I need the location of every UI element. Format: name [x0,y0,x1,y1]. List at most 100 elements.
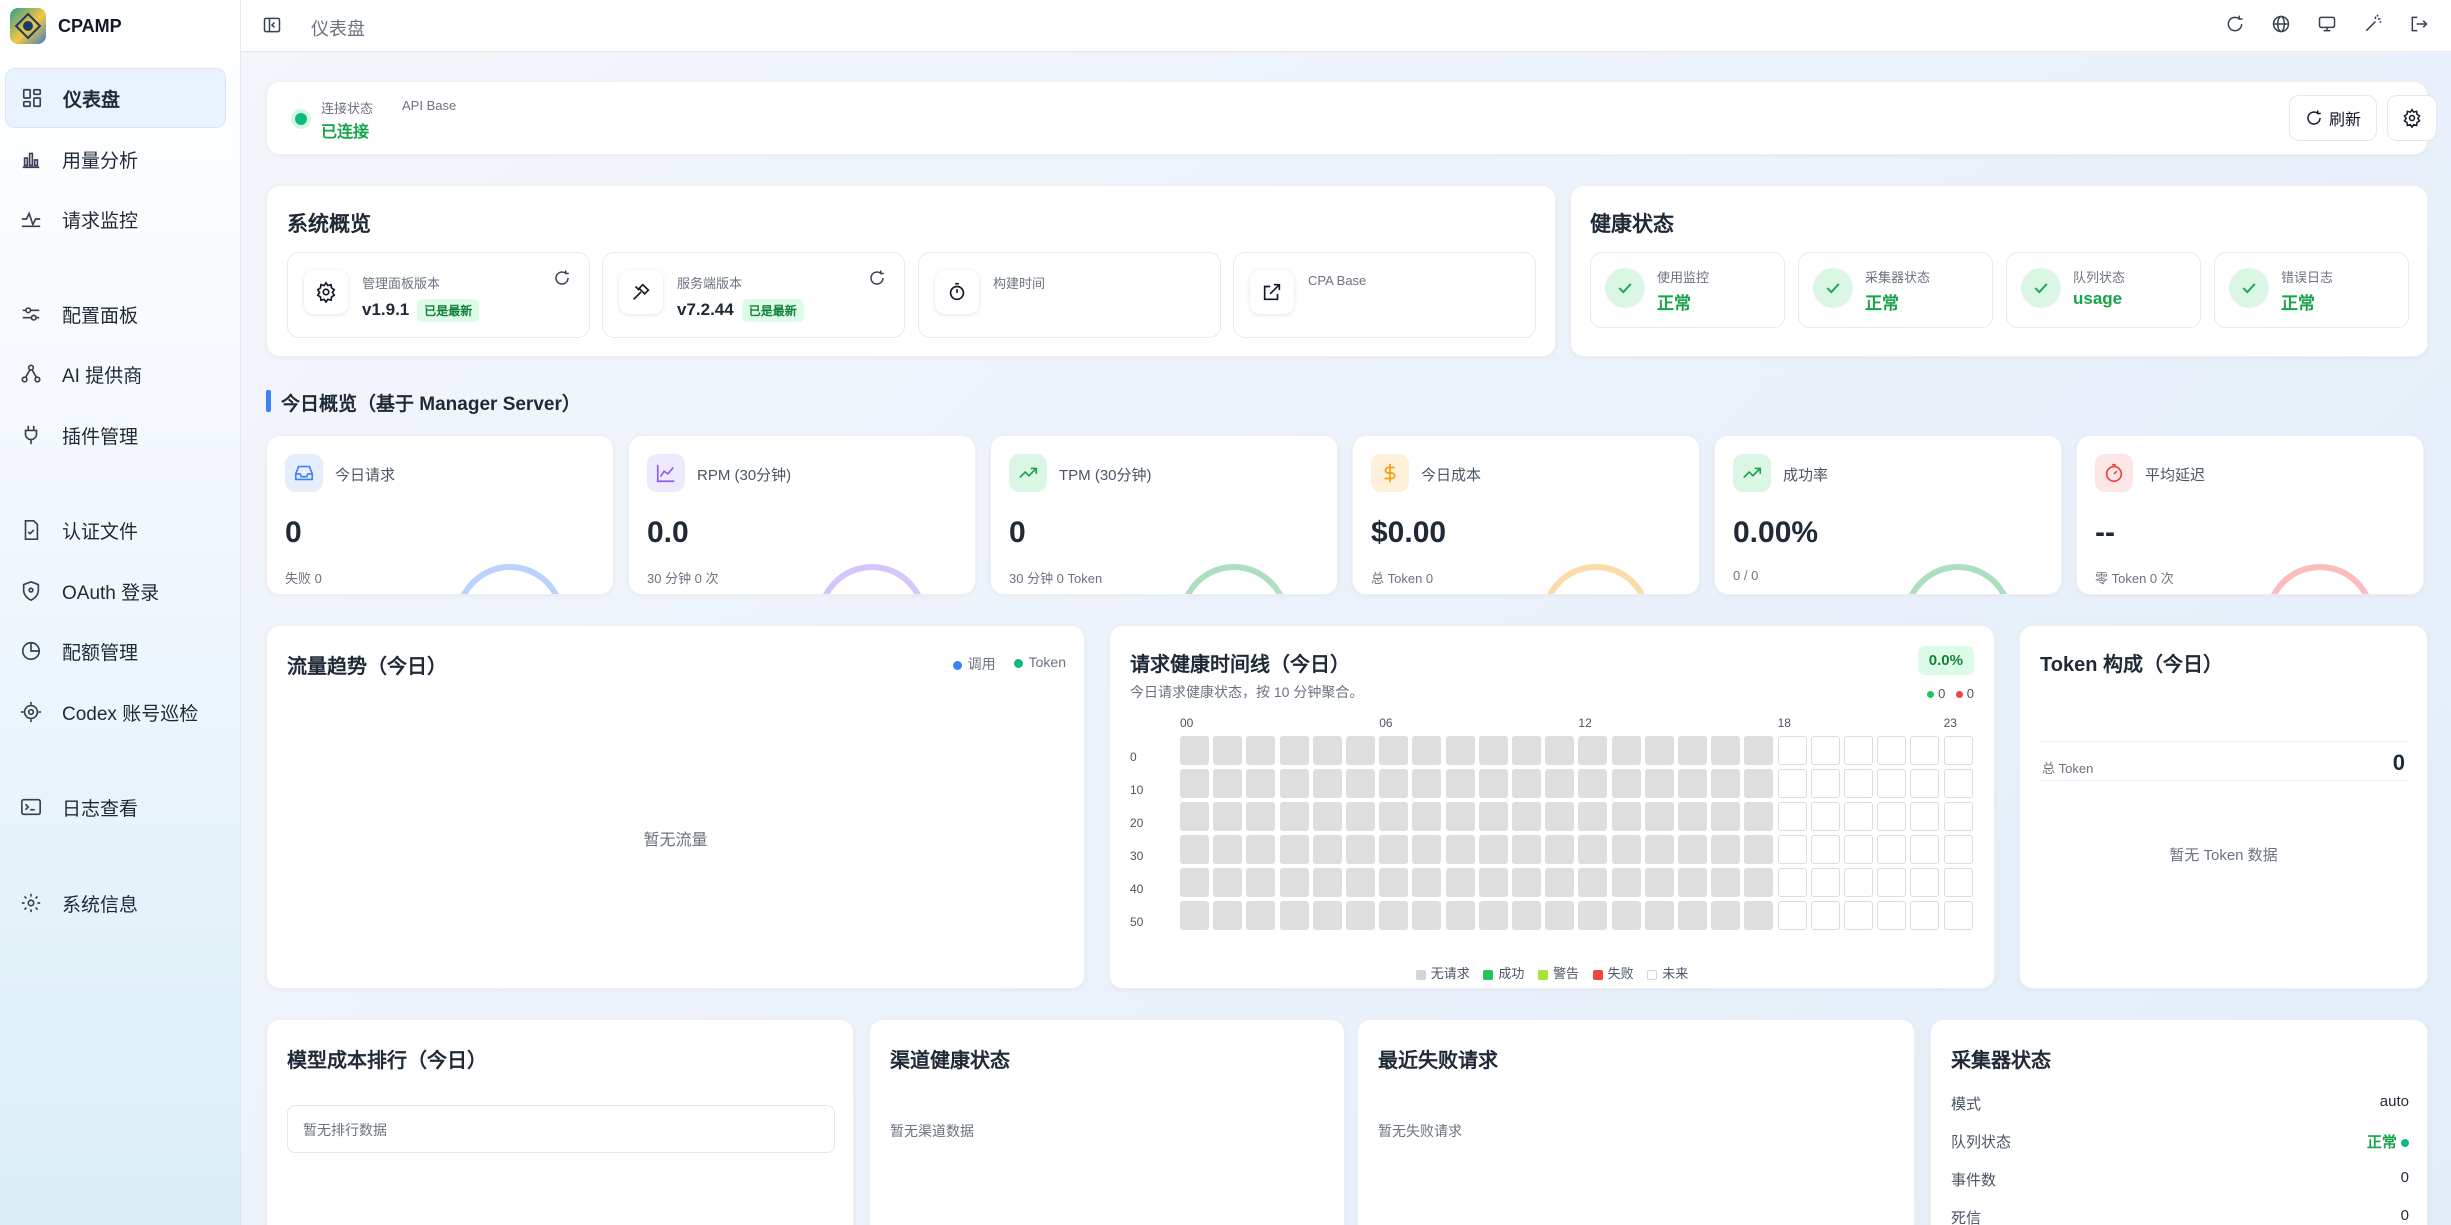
timeline-cell[interactable] [1810,769,1840,798]
timeline-cell[interactable] [1611,835,1641,864]
sidebar-toggle-icon[interactable] [259,12,285,38]
timeline-cell[interactable] [1478,868,1508,897]
timeline-cell[interactable] [1844,736,1873,765]
timeline-cell[interactable] [1180,769,1209,798]
timeline-cell[interactable] [1578,769,1608,798]
timeline-cell[interactable] [1512,769,1541,798]
timeline-cell[interactable] [1478,835,1508,864]
timeline-cell[interactable] [1611,802,1641,831]
timeline-cell[interactable] [1644,835,1674,864]
timeline-cell[interactable] [1943,769,1973,798]
timeline-cell[interactable] [1744,736,1774,765]
timeline-cell[interactable] [1777,868,1807,897]
timeline-cell[interactable] [1346,769,1375,798]
timeline-cell[interactable] [1445,736,1475,765]
sidebar-item-ai-providers[interactable]: AI 提供商 [5,344,226,404]
timeline-cell[interactable] [1379,835,1409,864]
timeline-cell[interactable] [1412,835,1442,864]
timeline-cell[interactable] [1777,736,1807,765]
sidebar-item-logs[interactable]: 日志查看 [5,777,226,837]
check-update-icon[interactable] [868,269,886,287]
timeline-cell[interactable] [1910,868,1940,897]
sidebar-item-system-info[interactable]: 系统信息 [5,873,226,933]
timeline-cell[interactable] [1943,802,1973,831]
timeline-cell[interactable] [1611,868,1641,897]
timeline-cell[interactable] [1678,769,1707,798]
timeline-cell[interactable] [1213,901,1243,930]
timeline-cell[interactable] [1844,802,1873,831]
timeline-cell[interactable] [1877,736,1907,765]
timeline-cell[interactable] [1246,802,1276,831]
external-link-icon[interactable] [1250,270,1294,314]
timeline-cell[interactable] [1412,736,1442,765]
timeline-cell[interactable] [1445,769,1475,798]
settings-button[interactable] [2387,95,2437,141]
timeline-cell[interactable] [1744,835,1774,864]
timeline-cell[interactable] [1213,802,1243,831]
timeline-cell[interactable] [1578,736,1608,765]
timeline-cell[interactable] [1180,802,1209,831]
timeline-cell[interactable] [1246,769,1276,798]
timeline-cell[interactable] [1611,736,1641,765]
timeline-cell[interactable] [1578,802,1608,831]
timeline-cell[interactable] [1213,769,1243,798]
timeline-cell[interactable] [1877,901,1907,930]
timeline-cell[interactable] [1346,868,1375,897]
logout-icon[interactable] [2407,12,2431,36]
timeline-cell[interactable] [1711,736,1741,765]
timeline-cell[interactable] [1644,769,1674,798]
timeline-cell[interactable] [1877,802,1907,831]
timeline-cell[interactable] [1943,868,1973,897]
timeline-cell[interactable] [1512,835,1541,864]
timeline-cell[interactable] [1877,868,1907,897]
timeline-cell[interactable] [1644,868,1674,897]
timeline-cell[interactable] [1213,835,1243,864]
display-icon[interactable] [2315,12,2339,36]
timeline-cell[interactable] [1711,769,1741,798]
timeline-cell[interactable] [1844,769,1873,798]
timeline-cell[interactable] [1910,802,1940,831]
timeline-cell[interactable] [1777,769,1807,798]
timeline-cell[interactable] [1844,835,1873,864]
timeline-cell[interactable] [1578,835,1608,864]
timeline-cell[interactable] [1810,736,1840,765]
sidebar-item-config[interactable]: 配置面板 [5,284,226,344]
timeline-cell[interactable] [1312,802,1342,831]
timeline-cell[interactable] [1777,901,1807,930]
timeline-cell[interactable] [1412,802,1442,831]
timeline-cell[interactable] [1478,901,1508,930]
timeline-cell[interactable] [1877,769,1907,798]
timeline-cell[interactable] [1379,901,1409,930]
timeline-cell[interactable] [1777,802,1807,831]
sidebar-item-plugins[interactable]: 插件管理 [5,405,226,465]
timeline-cell[interactable] [1379,736,1409,765]
timeline-cell[interactable] [1478,769,1508,798]
timeline-cell[interactable] [1312,868,1342,897]
timeline-cell[interactable] [1379,868,1409,897]
timeline-cell[interactable] [1744,868,1774,897]
timeline-cell[interactable] [1744,901,1774,930]
timeline-cell[interactable] [1213,736,1243,765]
timeline-cell[interactable] [1678,736,1707,765]
sidebar-item-auth-files[interactable]: 认证文件 [5,500,226,560]
timeline-cell[interactable] [1478,736,1508,765]
timeline-cell[interactable] [1545,835,1575,864]
timeline-cell[interactable] [1711,835,1741,864]
timeline-cell[interactable] [1578,901,1608,930]
timeline-cell[interactable] [1910,835,1940,864]
timeline-cell[interactable] [1678,835,1707,864]
timeline-cell[interactable] [1279,868,1309,897]
timeline-cell[interactable] [1910,769,1940,798]
timeline-cell[interactable] [1545,769,1575,798]
timeline-cell[interactable] [1810,868,1840,897]
timeline-cell[interactable] [1279,802,1309,831]
timeline-cell[interactable] [1346,901,1375,930]
timeline-cell[interactable] [1445,868,1475,897]
timeline-cell[interactable] [1379,802,1409,831]
timeline-cell[interactable] [1312,835,1342,864]
timeline-cell[interactable] [1246,736,1276,765]
timeline-cell[interactable] [1478,802,1508,831]
timeline-cell[interactable] [1810,901,1840,930]
timeline-cell[interactable] [1279,769,1309,798]
brand[interactable]: CPAMP [0,0,240,52]
